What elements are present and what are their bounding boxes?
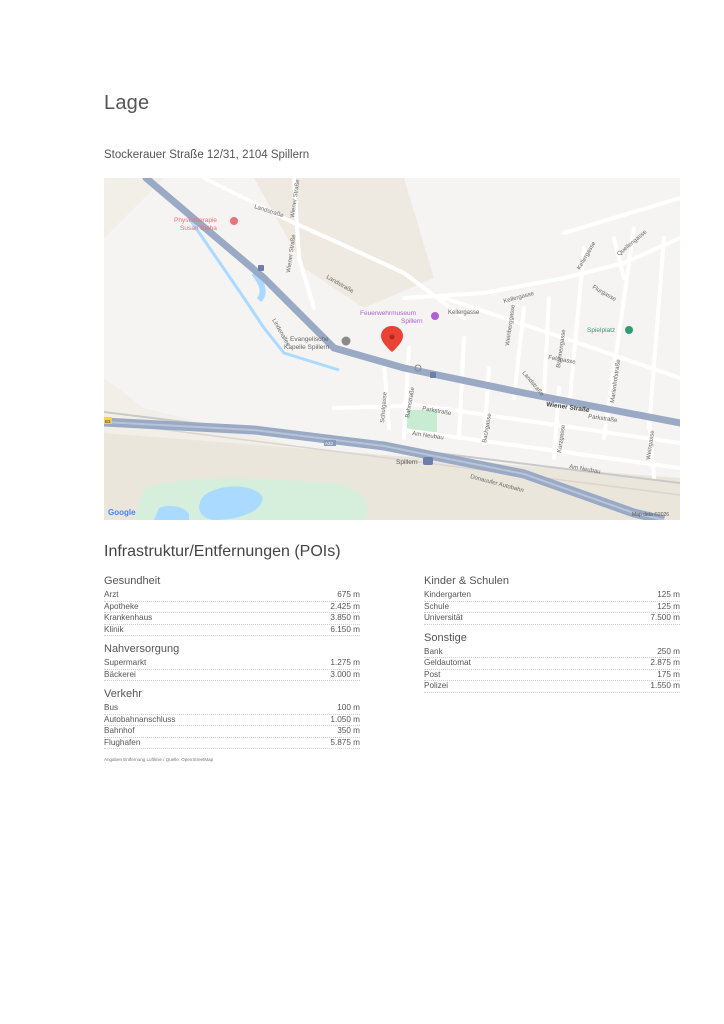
poi-column-left: Gesundheit Arzt 675 m Apotheke 2.425 m Kra… — [104, 574, 360, 755]
playground-icon — [625, 326, 633, 334]
station-label: Spillern — [396, 459, 418, 466]
property-address: Stockerauer Straße 12/31, 2104 Spillern — [104, 149, 310, 161]
poi-name: Klinik — [104, 624, 124, 634]
museum-icon — [431, 312, 439, 320]
poi-distance: 1.550 m — [650, 681, 680, 690]
poi-distance: 175 m — [657, 669, 680, 679]
poi-section-title: Infrastruktur/Entfernungen (POIs) — [104, 543, 341, 560]
poi-row: Supermarkt 1.275 m — [104, 658, 360, 670]
poi-distance: 1.275 m — [330, 658, 360, 667]
poi-row: Bahnhof 350 m — [104, 726, 360, 738]
location-map[interactable]: Landstraße Wiener Straße Wiener Straße L… — [104, 178, 680, 520]
poi-name: Bus — [104, 703, 119, 712]
poi-group-title: Kinder & Schulen — [424, 575, 509, 587]
poi-row: Geldautomat 2.875 m — [424, 658, 680, 670]
poi-row: Autobahnanschluss 1.050 m — [104, 714, 360, 726]
poi-group-kinder-schulen: Kinder & Schulen Kindergarten 125 m Schul… — [424, 574, 680, 625]
a22-shield-label: A22 — [325, 441, 334, 446]
poi-name: Bahnhof — [104, 726, 135, 735]
train-station-icon — [423, 457, 433, 465]
poi-distance: 6.150 m — [330, 624, 360, 634]
poi-distance: 3.850 m — [330, 613, 360, 622]
chapel-label-2: Kapelle Spillern — [284, 344, 330, 351]
poi-distance: 350 m — [337, 726, 360, 735]
poi-row: Bäckerei 3.000 m — [104, 669, 360, 681]
poi-distance: 2.425 m — [330, 601, 360, 611]
poi-row: Apotheke 2.425 m — [104, 601, 360, 613]
poi-name: Geldautomat — [424, 658, 471, 667]
hospital-icon — [230, 217, 238, 225]
poi-distance: 675 m — [337, 590, 360, 599]
map-canvas: Landstraße Wiener Straße Wiener Straße L… — [104, 178, 680, 520]
poi-distance: 100 m — [337, 703, 360, 712]
poi-group-title: Verkehr — [104, 688, 142, 700]
poi-footnote: Angaben Entfernung Luftlinie / Quelle: O… — [104, 757, 214, 762]
poi-column-right: Kinder & Schulen Kindergarten 125 m Schul… — [424, 574, 680, 699]
poi-row: Kindergarten 125 m — [424, 590, 680, 602]
poi-distance: 250 m — [657, 646, 680, 656]
chapel-label-1: Evangelische — [290, 336, 329, 343]
poi-distance: 125 m — [657, 590, 680, 599]
poi-distance: 1.050 m — [330, 714, 360, 724]
b3-shield-label: B3 — [105, 419, 111, 424]
poi-row: Bus 100 m — [104, 703, 360, 715]
poi-name: Autobahnanschluss — [104, 714, 176, 724]
museum-label-1: Feuerwehrmuseum — [360, 310, 416, 317]
poi-name: Apotheke — [104, 601, 139, 611]
poi-row: Universität 7.500 m — [424, 613, 680, 625]
page-title: Lage — [104, 92, 150, 114]
poi-name: Schule — [424, 601, 450, 611]
poi-row: Bank 250 m — [424, 646, 680, 658]
poi-name: Kindergarten — [424, 590, 471, 599]
poi-row: Schule 125 m — [424, 601, 680, 613]
poi-row: Flughafen 5.875 m — [104, 737, 360, 749]
poi-row: Klinik 6.150 m — [104, 624, 360, 636]
poi-name: Supermarkt — [104, 658, 147, 667]
museum-label-2: Spillern — [401, 318, 423, 325]
map-label-kellergasse: Kellergasse — [448, 310, 480, 316]
bus-stop-icon — [258, 265, 264, 271]
bus-stop-icon-2 — [430, 372, 436, 378]
poi-group-verkehr: Verkehr Bus 100 m Autobahnanschluss 1.050 … — [104, 687, 360, 749]
poi-group-title: Nahversorgung — [104, 643, 180, 655]
poi-name: Bäckerei — [104, 669, 136, 679]
poi-row: Polizei 1.550 m — [424, 681, 680, 693]
poi-distance: 2.875 m — [650, 658, 680, 667]
poi-name: Universität — [424, 613, 463, 622]
physio-label-2: Susan Blaha — [180, 225, 217, 232]
poi-name: Arzt — [104, 590, 119, 599]
poi-row: Krankenhaus 3.850 m — [104, 613, 360, 625]
map-data-attribution: Map data ©2026 — [632, 511, 669, 518]
poi-group-title: Gesundheit — [104, 575, 161, 587]
church-icon — [341, 336, 351, 346]
poi-row: Post 175 m — [424, 669, 680, 681]
poi-name: Flughafen — [104, 737, 141, 747]
poi-name: Polizei — [424, 681, 449, 690]
spielplatz-label: Spielplatz — [587, 327, 615, 334]
poi-distance: 7.500 m — [650, 613, 680, 622]
poi-row: Arzt 675 m — [104, 590, 360, 602]
poi-spillern-station[interactable]: Spillern — [396, 457, 433, 466]
poi-group-nahversorgung: Nahversorgung Supermarkt 1.275 m Bäckerei… — [104, 642, 360, 681]
poi-name: Krankenhaus — [104, 613, 153, 622]
poi-group-gesundheit: Gesundheit Arzt 675 m Apotheke 2.425 m Kra… — [104, 574, 360, 636]
map-marker-dot — [389, 334, 395, 340]
poi-group-sonstige: Sonstige Bank 250 m Geldautomat 2.875 m Po… — [424, 631, 680, 693]
physio-label-1: Physiotherapie — [174, 217, 217, 224]
poi-distance: 5.875 m — [330, 737, 360, 747]
poi-group-title: Sonstige — [424, 631, 467, 644]
poi-distance: 3.000 m — [330, 669, 360, 679]
poi-distance: 125 m — [657, 601, 680, 611]
google-logo: Google — [108, 508, 136, 517]
poi-name: Bank — [424, 646, 443, 656]
poi-name: Post — [424, 669, 441, 679]
